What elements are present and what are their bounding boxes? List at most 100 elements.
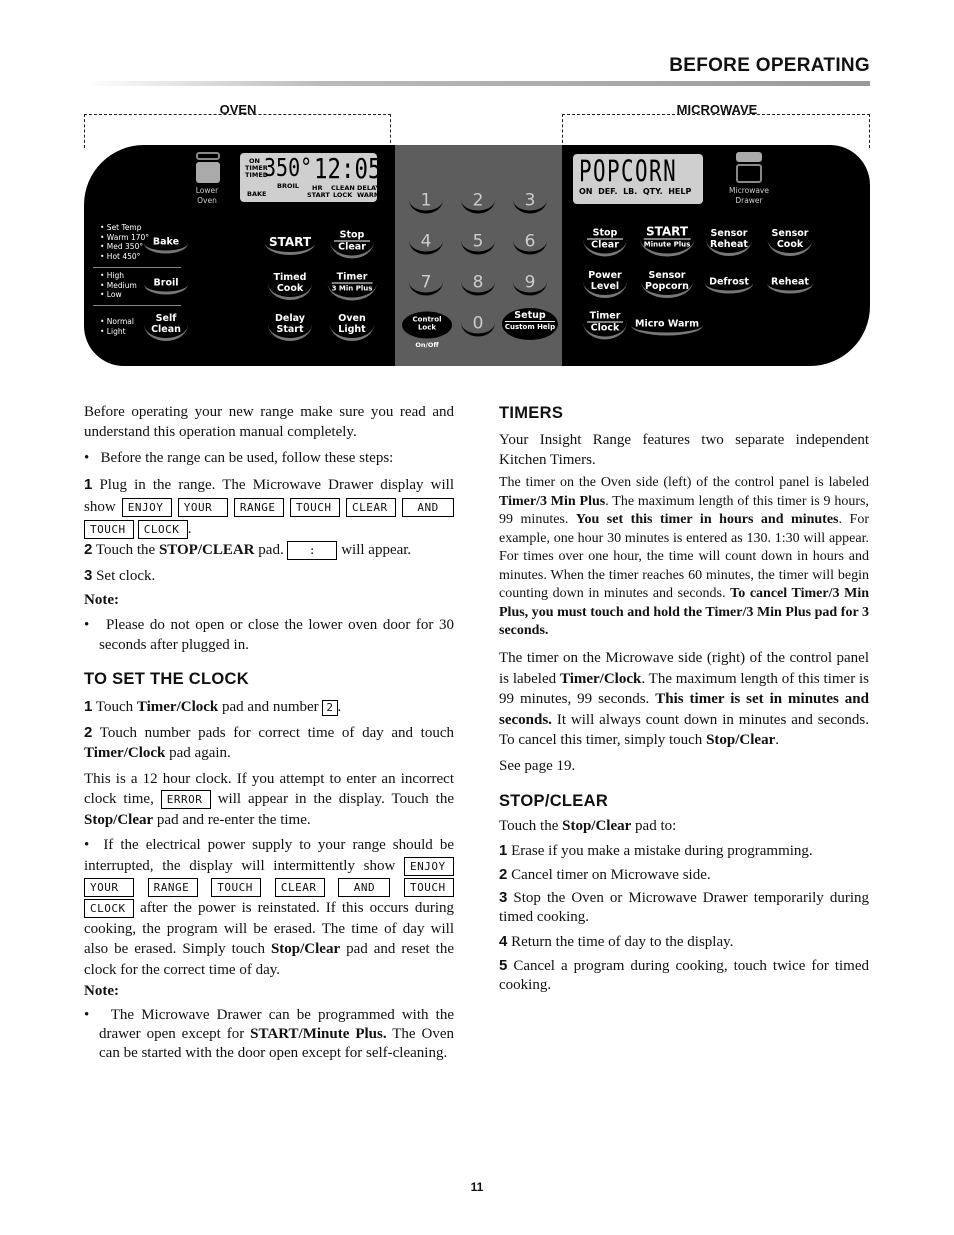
- text: pad and number: [222, 699, 319, 715]
- stop-clear-item: 5 Cancel a program during cooking, touch…: [499, 957, 869, 994]
- text: Touch: [95, 699, 134, 715]
- text: Timer/Clock: [559, 670, 642, 687]
- pad-label: Stop: [339, 229, 365, 241]
- display-word: RANGE: [233, 498, 284, 518]
- pad-label: Cook: [276, 283, 304, 294]
- pad-label: Defrost: [709, 276, 749, 288]
- pad-label: Self: [155, 313, 177, 324]
- step-3: 3 Set clock.: [84, 566, 454, 586]
- microwave-drawer-icon: [736, 164, 762, 183]
- stop-clear-item: 2 Cancel timer on Microwave side.: [499, 865, 869, 885]
- clean-options: • Normal • Light: [100, 317, 134, 336]
- text: You set this timer in hours and minutes: [575, 512, 839, 527]
- setup-custom-help-pad[interactable]: Setup Custom Help: [501, 308, 559, 340]
- pad-label: Light: [338, 324, 366, 335]
- lcd-lock: LOCK: [333, 191, 353, 199]
- lower-oven-label-line: Oven: [197, 195, 217, 205]
- microwave-bracket: [562, 114, 870, 148]
- broil-options: • High • Medium • Low: [100, 271, 137, 300]
- pad-sublabel: Custom Help: [504, 321, 556, 331]
- option: • Warm 170°: [100, 232, 150, 242]
- lcd-clock: 12:05: [314, 152, 382, 185]
- display-word: CLOCK: [137, 520, 188, 540]
- label-line: Drawer: [735, 195, 763, 205]
- display-word: 2: [322, 699, 338, 716]
- divider: [93, 305, 181, 306]
- display-word: AND: [338, 877, 391, 897]
- display-word: YOUR: [84, 877, 134, 897]
- see-page: See page 19.: [499, 758, 576, 774]
- pad-sublabel: 3 Min Plus: [331, 282, 373, 293]
- text: The timer on the Oven side (left) of the…: [499, 475, 869, 490]
- option: • Light: [100, 326, 126, 336]
- pad-label: Clear: [587, 238, 623, 251]
- lower-oven-label: Lower Oven: [190, 186, 224, 205]
- text: Timer/3 Min Plus: [499, 493, 606, 509]
- text: Touch the: [499, 818, 559, 834]
- display-word: ENJOY: [121, 498, 172, 518]
- display-word: ENJOY: [404, 856, 454, 876]
- display-word: TOUCH: [289, 498, 340, 518]
- pad-label: Setup: [514, 310, 546, 321]
- label-line: Microwave: [729, 186, 769, 195]
- display-word: ERROR: [160, 790, 211, 810]
- control-lock-pad[interactable]: Control Lock: [402, 311, 452, 339]
- note-label: Note:: [84, 983, 119, 999]
- bake-options: • Set Temp • Warm 170° • Med 350° • Hot 450…: [100, 223, 149, 261]
- text: pad and re-enter the time.: [156, 812, 311, 829]
- oven-timer-paragraph: The timer on the Oven side (left) of the…: [499, 474, 869, 641]
- pad-sublabel: Minute Plus: [643, 238, 691, 249]
- lcd-temperature: 350°: [264, 153, 313, 182]
- option: • Medium: [100, 280, 137, 290]
- text: will appear.: [341, 542, 412, 558]
- pad-label: Reheat: [710, 239, 748, 250]
- microwave-display: POPCORN ON DEF. LB. QTY. HELP: [573, 154, 703, 204]
- pad-label: Broil: [153, 277, 179, 289]
- on-off-label: On/Off: [415, 341, 439, 349]
- display-word: CLEAR: [345, 498, 396, 518]
- step-2: 2 Touch the STOP/CLEAR pad. : will appea…: [84, 540, 454, 561]
- text: .: [775, 732, 779, 748]
- display-word: AND: [402, 498, 455, 518]
- lower-oven-label-line: Lower: [195, 186, 219, 195]
- step-number: 1: [84, 698, 93, 715]
- text: It will always count down in minutes and…: [499, 711, 870, 749]
- option: • Low: [100, 290, 122, 299]
- text: STOP/CLEAR: [158, 542, 255, 558]
- text: Stop the Oven or Microwave Drawer tempor…: [499, 890, 869, 925]
- display-word: :: [287, 541, 338, 561]
- pad-label: Sensor: [648, 270, 686, 281]
- step-number: 4: [499, 933, 508, 950]
- pad-label: Sensor: [771, 228, 809, 239]
- section-heading-stop-clear: STOP/CLEAR: [499, 792, 609, 810]
- pad-label: START: [645, 224, 689, 239]
- lower-oven-indicator-light: [196, 152, 220, 160]
- text: pad to:: [635, 818, 677, 834]
- display-word: CLOCK: [84, 898, 134, 918]
- timers-intro: Your Insight Range features two separate…: [499, 432, 869, 468]
- lcd-bake: BAKE: [247, 190, 267, 198]
- lcd-start: START: [307, 191, 330, 199]
- note-label: Note:: [84, 592, 119, 608]
- power-interrupt-paragraph: • If the electrical power supply to your…: [84, 837, 455, 978]
- text: Touch number pads for correct time of da…: [99, 725, 454, 741]
- text: Erase if you make a mistake during progr…: [511, 843, 813, 859]
- microwave-indicator-light: [736, 152, 762, 162]
- divider: [93, 267, 181, 268]
- display-word: TOUCH: [404, 877, 455, 897]
- step-number: 2: [499, 866, 508, 883]
- text: Stop/Clear: [562, 818, 632, 834]
- display-word: CLEAR: [274, 877, 325, 897]
- text: pad again.: [169, 745, 231, 761]
- text: Before the range can be used, follow the…: [100, 450, 394, 466]
- pad-label: Control: [412, 315, 442, 324]
- pad-label: Oven: [338, 313, 366, 324]
- microwave-lcd-indicators: ON DEF. LB. QTY. HELP: [579, 187, 692, 196]
- text: will appear in the display. Touch the: [217, 791, 455, 807]
- step-number: 1: [499, 842, 508, 859]
- text: START/Minute Plus.: [250, 1026, 387, 1042]
- pad-label: Clean: [151, 324, 181, 335]
- step-number: 2: [84, 541, 93, 558]
- text: Timer/Clock: [136, 699, 219, 715]
- stop-clear-item: 3 Stop the Oven or Microwave Drawer temp…: [499, 889, 869, 926]
